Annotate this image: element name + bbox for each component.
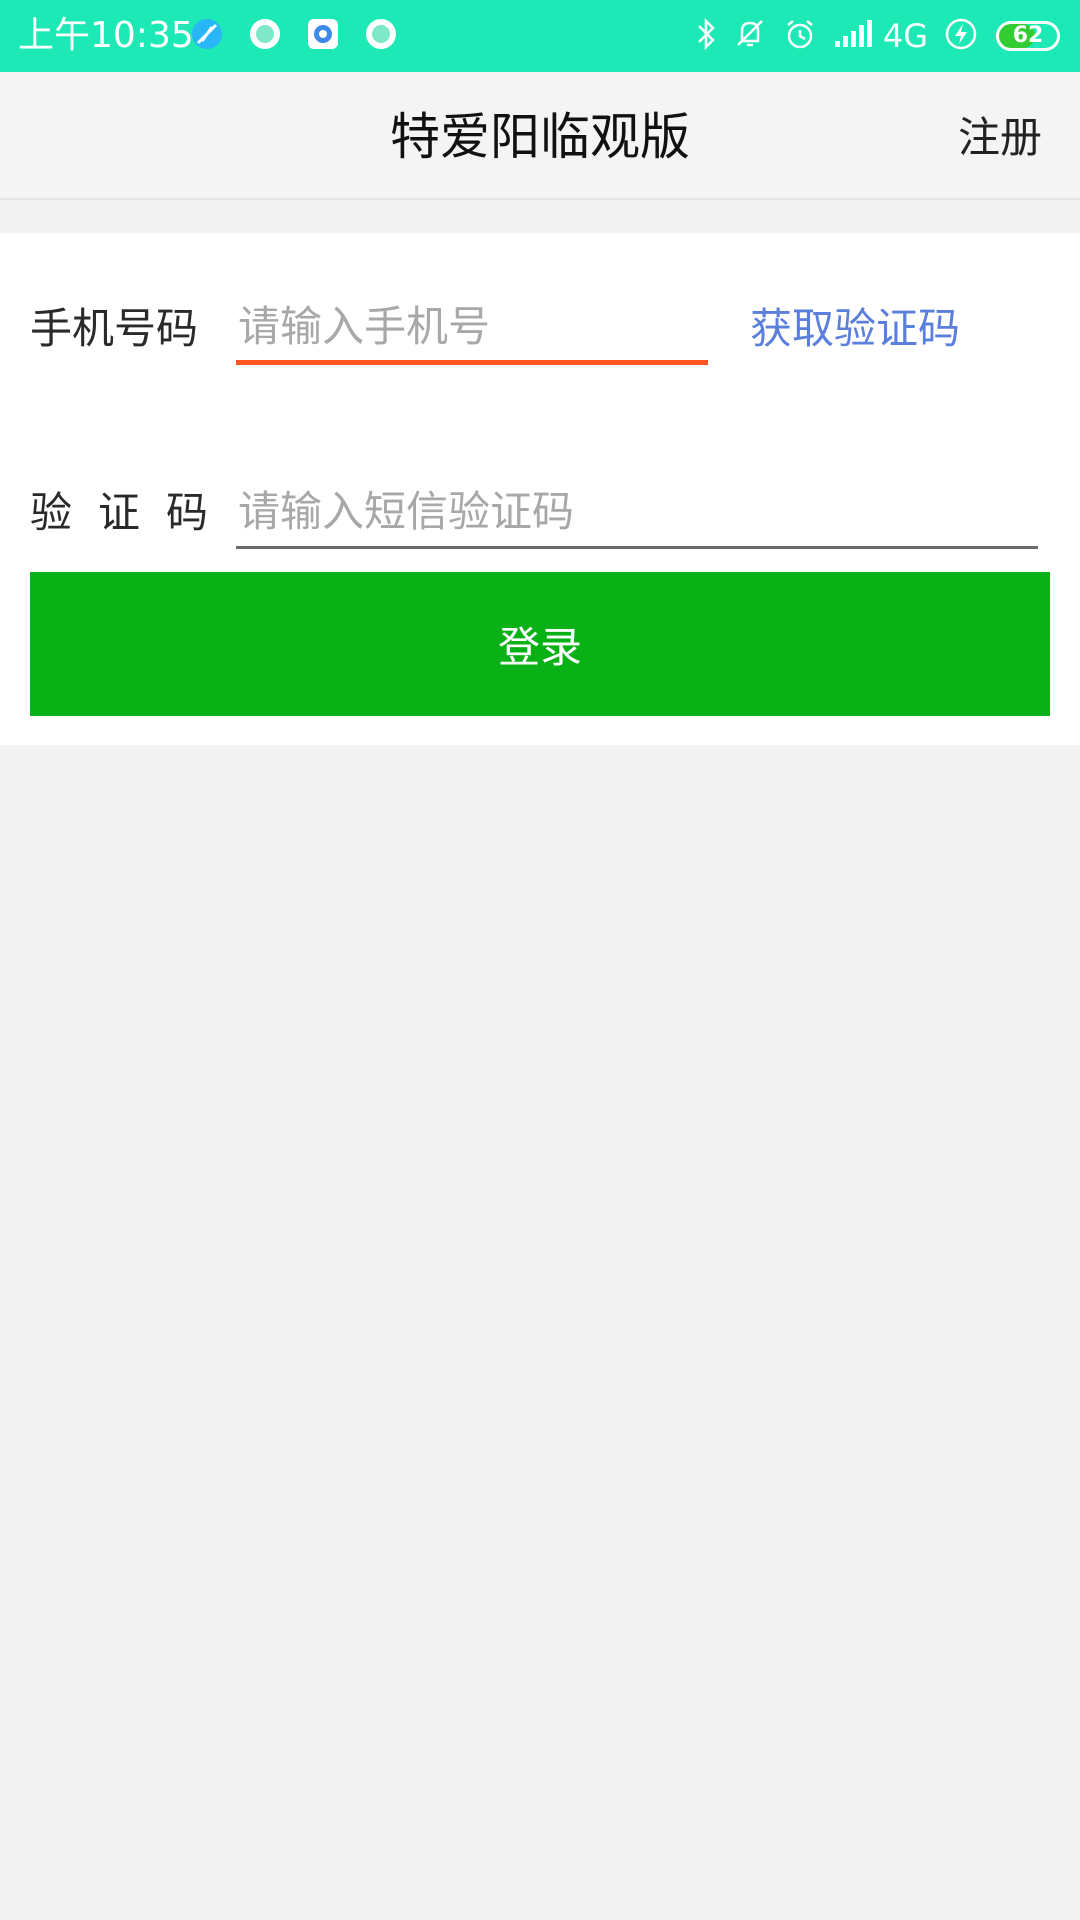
phone-input[interactable] bbox=[236, 293, 708, 365]
phone-label: 手机号码 bbox=[30, 304, 199, 353]
verification-code-input[interactable] bbox=[236, 477, 1038, 549]
qq-browser-icon bbox=[306, 17, 340, 55]
system-icons: 4G 62 bbox=[679, 14, 1060, 58]
bluetooth-icon bbox=[695, 17, 717, 55]
network-type: 4G bbox=[882, 17, 928, 55]
login-button[interactable]: 登录 bbox=[30, 572, 1050, 716]
alarm-icon bbox=[783, 17, 817, 55]
battery-icon: 62 bbox=[996, 21, 1060, 51]
circle-app-icon bbox=[364, 17, 398, 55]
charging-icon bbox=[944, 17, 978, 55]
status-bar: 上午10:35 4G 62 bbox=[0, 0, 1080, 72]
vibrate-off-icon bbox=[733, 17, 767, 55]
app-header: 特爱阳临观版 注册 bbox=[0, 72, 1080, 200]
battery-level: 62 bbox=[1012, 23, 1044, 48]
status-time: 上午10:35 bbox=[18, 15, 194, 56]
signal-icon bbox=[833, 19, 873, 53]
page-title: 特爱阳临观版 bbox=[390, 108, 690, 166]
circle-app-icon bbox=[248, 17, 282, 55]
get-code-button[interactable]: 获取验证码 bbox=[750, 301, 960, 357]
login-form: 手机号码 获取验证码 验证码 登录 bbox=[0, 233, 1080, 745]
feather-app-icon bbox=[190, 17, 224, 55]
code-label: 验证码 bbox=[30, 488, 235, 537]
register-button[interactable]: 注册 bbox=[958, 110, 1042, 166]
notification-icons bbox=[190, 16, 422, 56]
